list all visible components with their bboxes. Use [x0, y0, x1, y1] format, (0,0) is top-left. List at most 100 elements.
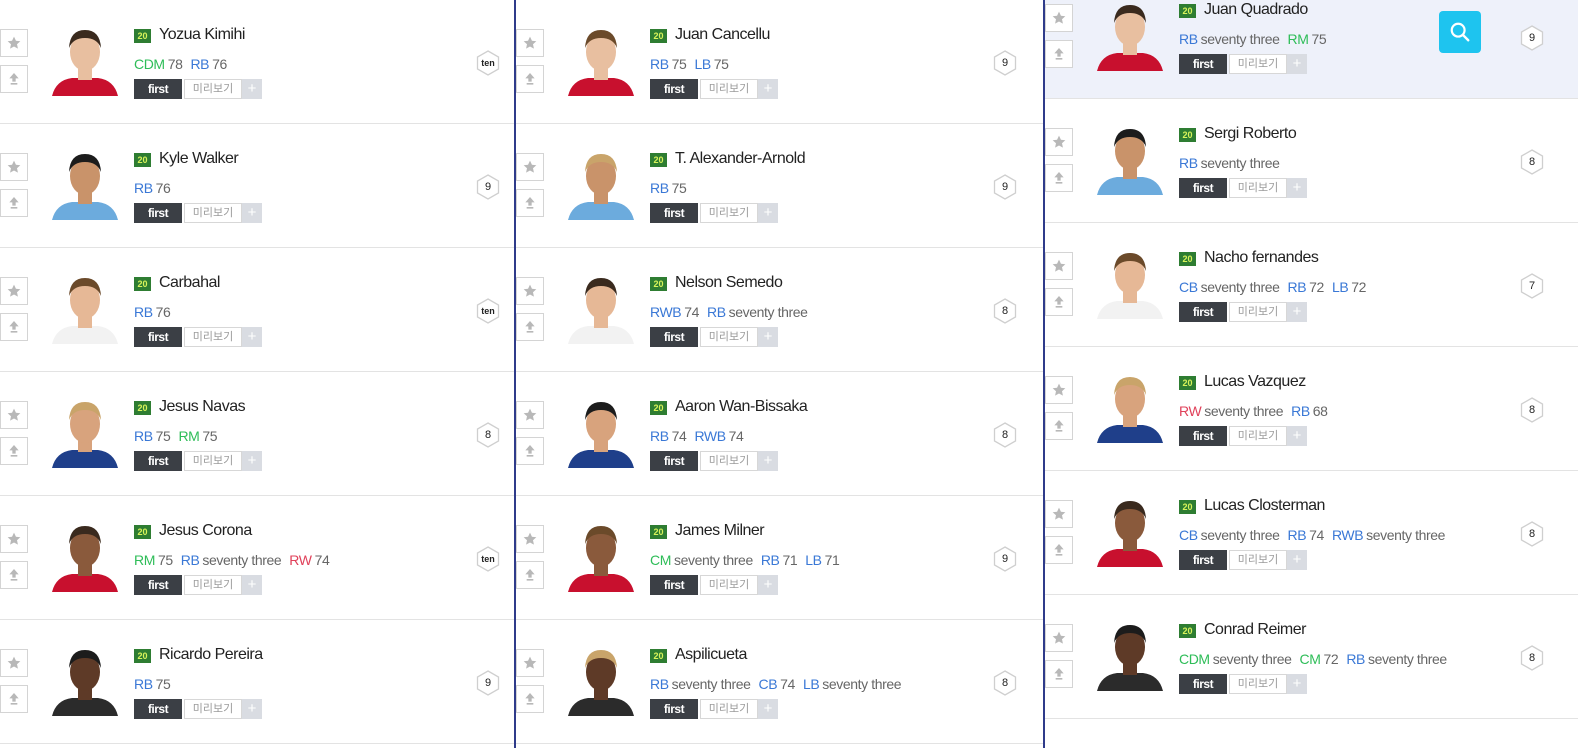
compare-button[interactable]	[516, 437, 544, 465]
player-card[interactable]: 20 Juan Cancellu RB 75 LB 75 first 미리보기 +9	[516, 0, 1043, 124]
player-card[interactable]: 20 Ricardo Pereira RB 75 first 미리보기 +9	[0, 620, 514, 744]
preview-button[interactable]: 미리보기	[700, 699, 758, 719]
favorite-button[interactable]	[1045, 4, 1073, 32]
add-button[interactable]: +	[1287, 302, 1307, 322]
favorite-button[interactable]	[0, 649, 28, 677]
preview-button[interactable]: 미리보기	[700, 79, 758, 99]
preview-button[interactable]: 미리보기	[1229, 674, 1287, 694]
first-button[interactable]: first	[650, 79, 698, 99]
compare-button[interactable]	[516, 561, 544, 589]
player-card[interactable]: 20 Conrad Reimer CDM seventy three CM 72 RB sev…	[1045, 595, 1578, 719]
favorite-button[interactable]	[0, 153, 28, 181]
favorite-button[interactable]	[1045, 500, 1073, 528]
compare-button[interactable]	[0, 189, 28, 217]
first-button[interactable]: first	[650, 699, 698, 719]
player-name[interactable]: Kyle Walker	[159, 150, 239, 168]
player-card[interactable]: 20 Lucas Closterman CB seventy three RB 74 RWB…	[1045, 471, 1578, 595]
player-name[interactable]: Carbahal	[159, 274, 220, 292]
favorite-button[interactable]	[0, 525, 28, 553]
player-name[interactable]: Jesus Corona	[159, 522, 252, 540]
preview-button[interactable]: 미리보기	[184, 575, 242, 595]
first-button[interactable]: first	[1179, 550, 1227, 570]
add-button[interactable]: +	[758, 79, 778, 99]
compare-button[interactable]	[0, 313, 28, 341]
preview-button[interactable]: 미리보기	[700, 451, 758, 471]
player-name[interactable]: Aspilicueta	[675, 646, 747, 664]
favorite-button[interactable]	[1045, 624, 1073, 652]
player-name[interactable]: T. Alexander-Arnold	[675, 150, 806, 168]
player-name[interactable]: Jesus Navas	[159, 398, 246, 416]
player-name[interactable]: Juan Cancellu	[675, 26, 770, 44]
preview-button[interactable]: 미리보기	[1229, 302, 1287, 322]
first-button[interactable]: first	[1179, 54, 1227, 74]
add-button[interactable]: +	[242, 575, 262, 595]
add-button[interactable]: +	[242, 699, 262, 719]
compare-button[interactable]	[1045, 164, 1073, 192]
first-button[interactable]: first	[134, 327, 182, 347]
compare-button[interactable]	[1045, 660, 1073, 688]
player-card[interactable]: 20 Kyle Walker RB 76 first 미리보기 +9	[0, 124, 514, 248]
compare-button[interactable]	[1045, 40, 1073, 68]
add-button[interactable]: +	[1287, 178, 1307, 198]
player-card[interactable]: 20 Nacho fernandes CB seventy three RB 72 LB 72…	[1045, 223, 1578, 347]
player-card[interactable]: 20 Nelson Semedo RWB 74 RB seventy three first…	[516, 248, 1043, 372]
first-button[interactable]: first	[134, 575, 182, 595]
favorite-button[interactable]	[516, 277, 544, 305]
add-button[interactable]: +	[1287, 674, 1307, 694]
player-card[interactable]: 20 James Milner CM seventy three RB 71 LB 71 fir…	[516, 496, 1043, 620]
add-button[interactable]: +	[758, 575, 778, 595]
player-name[interactable]: Sergi Roberto	[1204, 125, 1297, 143]
player-card[interactable]: 20 Juan Quadrado RB seventy three RM 75 first 미…	[1045, 0, 1578, 99]
first-button[interactable]: first	[134, 451, 182, 471]
preview-button[interactable]: 미리보기	[700, 203, 758, 223]
add-button[interactable]: +	[1287, 54, 1307, 74]
player-card[interactable]: 20 Aaron Wan-Bissaka RB 74 RWB 74 first 미리보기 +8	[516, 372, 1043, 496]
first-button[interactable]: first	[650, 575, 698, 595]
first-button[interactable]: first	[134, 699, 182, 719]
favorite-button[interactable]	[1045, 252, 1073, 280]
compare-button[interactable]	[516, 313, 544, 341]
preview-button[interactable]: 미리보기	[184, 203, 242, 223]
compare-button[interactable]	[516, 685, 544, 713]
first-button[interactable]: first	[650, 327, 698, 347]
player-name[interactable]: Yozua Kimihi	[159, 26, 245, 44]
favorite-button[interactable]	[0, 29, 28, 57]
preview-button[interactable]: 미리보기	[184, 451, 242, 471]
compare-button[interactable]	[516, 189, 544, 217]
first-button[interactable]: first	[1179, 426, 1227, 446]
preview-button[interactable]: 미리보기	[1229, 54, 1287, 74]
player-card[interactable]: 20 Carbahal RB 76 first 미리보기 + ten	[0, 248, 514, 372]
favorite-button[interactable]	[516, 401, 544, 429]
favorite-button[interactable]	[1045, 376, 1073, 404]
favorite-button[interactable]	[1045, 128, 1073, 156]
favorite-button[interactable]	[516, 649, 544, 677]
player-name[interactable]: James Milner	[675, 522, 765, 540]
player-card[interactable]: 20 Jesus Navas RB 75 RM 75 first 미리보기 +8	[0, 372, 514, 496]
player-card[interactable]: 20 T. Alexander-Arnold RB 75 first 미리보기 +9	[516, 124, 1043, 248]
preview-button[interactable]: 미리보기	[1229, 550, 1287, 570]
player-name[interactable]: Juan Quadrado	[1204, 1, 1308, 19]
player-card[interactable]: 20 Aspilicueta RB seventy three CB 74 LB sevent…	[516, 620, 1043, 744]
player-name[interactable]: Conrad Reimer	[1204, 621, 1306, 639]
add-button[interactable]: +	[242, 451, 262, 471]
compare-button[interactable]	[1045, 412, 1073, 440]
search-button[interactable]	[1439, 11, 1481, 53]
player-name[interactable]: Nacho fernandes	[1204, 249, 1319, 267]
player-name[interactable]: Lucas Closterman	[1204, 497, 1325, 515]
favorite-button[interactable]	[516, 29, 544, 57]
compare-button[interactable]	[0, 437, 28, 465]
add-button[interactable]: +	[242, 203, 262, 223]
favorite-button[interactable]	[516, 525, 544, 553]
add-button[interactable]: +	[242, 327, 262, 347]
first-button[interactable]: first	[1179, 302, 1227, 322]
preview-button[interactable]: 미리보기	[1229, 426, 1287, 446]
player-card[interactable]: 20 Sergi Roberto RB seventy three first 미리보기 +…	[1045, 99, 1578, 223]
compare-button[interactable]	[1045, 288, 1073, 316]
compare-button[interactable]	[0, 65, 28, 93]
add-button[interactable]: +	[758, 699, 778, 719]
player-card[interactable]: 20 Lucas Vazquez RW seventy three RB 68 first 미…	[1045, 347, 1578, 471]
player-card[interactable]: 20 Jesus Corona RM 75 RB seventy three RW 74 fir…	[0, 496, 514, 620]
compare-button[interactable]	[0, 685, 28, 713]
add-button[interactable]: +	[242, 79, 262, 99]
first-button[interactable]: first	[650, 451, 698, 471]
